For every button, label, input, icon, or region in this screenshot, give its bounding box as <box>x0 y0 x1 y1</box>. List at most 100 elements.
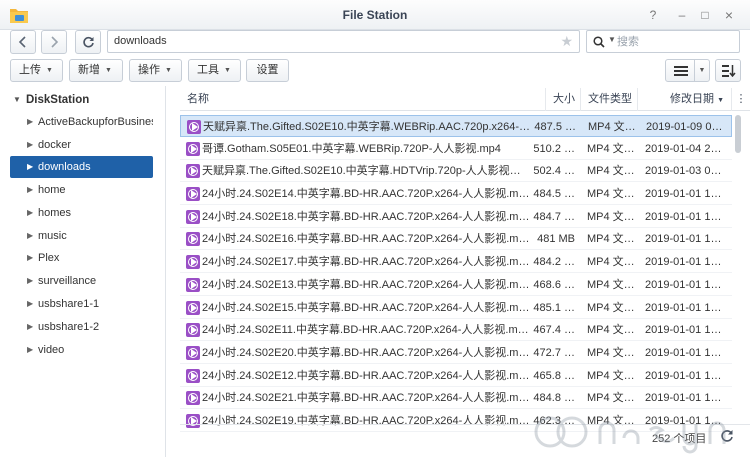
forward-button[interactable] <box>41 30 67 54</box>
create-button[interactable]: 新增 ▼ <box>69 59 123 82</box>
search-box[interactable]: ▼ <box>586 30 740 53</box>
sidebar-item-homes[interactable]: ▶ homes <box>10 202 153 224</box>
collapsed-triangle-icon[interactable]: ▶ <box>27 134 33 156</box>
file-date: 2019-01-09 0… <box>646 121 723 133</box>
file-type: MP4 文… <box>587 278 635 291</box>
column-header-size[interactable]: 大小 <box>546 88 581 111</box>
table-row[interactable]: 24小时.24.S02E17.中英字幕.BD-HR.AAC.720P.x264-… <box>180 251 732 274</box>
collapsed-triangle-icon[interactable]: ▶ <box>27 156 33 178</box>
file-type: MP4 文… <box>587 256 635 269</box>
file-type: MP4 文… <box>587 210 635 223</box>
upload-button[interactable]: 上传 ▼ <box>10 59 63 82</box>
file-name: 24小时.24.S02E13.中英字幕.BD-HR.AAC.720P.x264-… <box>202 278 530 291</box>
tree-root-diskstation[interactable]: ▼ DiskStation <box>0 90 165 110</box>
scrollbar-thumb[interactable] <box>735 115 741 153</box>
window-title: File Station <box>342 8 408 22</box>
file-type: MP4 文… <box>587 301 635 314</box>
collapsed-triangle-icon[interactable]: ▶ <box>27 202 33 224</box>
search-input[interactable] <box>617 33 735 50</box>
file-date: 2019-01-01 1… <box>645 392 722 405</box>
refresh-button[interactable] <box>75 30 101 54</box>
chevron-down-icon: ▼ <box>698 67 706 74</box>
settings-button[interactable]: 设置 <box>246 59 289 82</box>
table-row[interactable]: 24小时.24.S02E18.中英字幕.BD-HR.AAC.720P.x264-… <box>180 206 732 228</box>
table-row[interactable]: 24小时.24.S02E11.中英字幕.BD-HR.AAC.720P.x264-… <box>180 319 732 342</box>
file-name: 哥谭.Gotham.S05E01.中英字幕.WEBRip.720P-人人影视.m… <box>202 142 501 155</box>
table-row[interactable]: 哥谭.Gotham.S05E01.中英字幕.WEBRip.720P-人人影视.m… <box>180 138 732 160</box>
column-header-type[interactable]: 文件类型 <box>581 88 638 111</box>
sidebar-item-home[interactable]: ▶ home <box>10 179 153 201</box>
video-file-icon <box>186 164 200 179</box>
sidebar-item-plex[interactable]: ▶ Plex <box>10 247 153 269</box>
file-name: 天赋异禀.The.Gifted.S02E10.中英字幕.HDTVrip.720p… <box>202 165 521 178</box>
sort-icon <box>722 65 736 78</box>
collapsed-triangle-icon[interactable]: ▶ <box>27 316 33 338</box>
sidebar-item-docker[interactable]: ▶ docker <box>10 134 153 156</box>
view-options-button[interactable]: ▼ <box>694 59 710 82</box>
sort-button[interactable] <box>715 59 741 82</box>
file-size: 467.4 … <box>533 324 575 337</box>
refresh-icon[interactable] <box>720 429 734 443</box>
sort-desc-icon: ▼ <box>717 97 724 104</box>
video-file-icon <box>187 120 201 134</box>
list-view-button[interactable] <box>665 59 695 82</box>
file-type: MP4 文… <box>587 188 635 201</box>
collapsed-triangle-icon[interactable]: ▶ <box>27 270 33 292</box>
table-row[interactable]: 天赋异禀.The.Gifted.S02E10.中英字幕.HDTVrip.720p… <box>180 160 732 183</box>
file-name: 24小时.24.S02E16.中英字幕.BD-HR.AAC.720P.x264-… <box>202 233 530 246</box>
expanded-triangle-icon[interactable]: ▼ <box>13 90 21 110</box>
video-file-icon <box>186 209 200 224</box>
help-icon[interactable]: ? <box>646 8 660 22</box>
file-size: 484.8 … <box>533 392 575 405</box>
file-list-scrollbar[interactable] <box>734 113 742 425</box>
video-file-icon <box>186 187 200 202</box>
star-icon[interactable]: ★ <box>560 31 573 52</box>
file-size: 481 MB <box>537 233 575 246</box>
file-size: 484.2 … <box>533 256 575 269</box>
chevron-down-icon: ▼ <box>165 67 172 74</box>
file-name: 天赋异禀.The.Gifted.S02E10.中英字幕.WEBRip.AAC.7… <box>203 121 531 133</box>
collapsed-triangle-icon[interactable]: ▶ <box>27 225 33 247</box>
minimize-icon[interactable]: – <box>675 8 689 22</box>
video-file-icon <box>186 300 200 315</box>
action-label: 操作 <box>138 64 160 76</box>
collapsed-triangle-icon[interactable]: ▶ <box>27 293 33 315</box>
table-row[interactable]: 24小时.24.S02E13.中英字幕.BD-HR.AAC.720P.x264-… <box>180 274 732 296</box>
video-file-icon <box>186 368 200 383</box>
file-type: MP4 文… <box>587 346 635 359</box>
collapsed-triangle-icon[interactable]: ▶ <box>27 179 33 201</box>
column-header-name[interactable]: 名称 <box>180 88 546 111</box>
path-bar[interactable]: downloads ★ <box>107 30 580 53</box>
sidebar-item-music[interactable]: ▶ music <box>10 225 153 247</box>
table-row[interactable]: 24小时.24.S02E16.中英字幕.BD-HR.AAC.720P.x264-… <box>180 228 732 251</box>
search-options-caret-icon[interactable]: ▼ <box>608 35 616 44</box>
sidebar-item-surveillance[interactable]: ▶ surveillance <box>10 270 153 292</box>
table-row[interactable]: 天赋异禀.The.Gifted.S02E10.中英字幕.WEBRip.AAC.7… <box>180 115 732 137</box>
sidebar-item-usbshare1-1[interactable]: ▶ usbshare1-1 <box>10 293 153 315</box>
tools-button[interactable]: 工具 ▼ <box>188 59 241 82</box>
sidebar-item-video[interactable]: ▶ video <box>10 339 153 361</box>
column-header-date[interactable]: 修改日期 ▼ <box>638 88 732 111</box>
file-date: 2019-01-01 1… <box>645 210 722 223</box>
table-row[interactable]: 24小时.24.S02E15.中英字幕.BD-HR.AAC.720P.x264-… <box>180 297 732 319</box>
collapsed-triangle-icon[interactable]: ▶ <box>27 111 33 133</box>
file-name: 24小时.24.S02E20.中英字幕.BD-HR.AAC.720P.x264-… <box>202 346 530 359</box>
table-row[interactable]: 24小时.24.S02E14.中英字幕.BD-HR.AAC.720P.x264-… <box>180 183 732 206</box>
collapsed-triangle-icon[interactable]: ▶ <box>27 247 33 269</box>
maximize-icon[interactable]: □ <box>698 8 712 22</box>
column-options-icon[interactable]: ⋮ <box>732 88 750 111</box>
create-label: 新增 <box>78 64 100 76</box>
close-icon[interactable]: × <box>722 8 736 22</box>
table-row[interactable]: 24小时.24.S02E12.中英字幕.BD-HR.AAC.720P.x264-… <box>180 365 732 387</box>
collapsed-triangle-icon[interactable]: ▶ <box>27 339 33 361</box>
back-button[interactable] <box>10 30 36 54</box>
action-button[interactable]: 操作 ▼ <box>129 59 182 82</box>
sidebar-item-downloads[interactable]: ▶ downloads <box>10 156 153 178</box>
sidebar-item-activebackup[interactable]: ▶ ActiveBackupforBusiness <box>10 111 153 133</box>
file-size: 502.4 … <box>533 165 575 178</box>
sidebar-item-label: docker <box>38 139 72 151</box>
table-row[interactable]: 24小时.24.S02E21.中英字幕.BD-HR.AAC.720P.x264-… <box>180 387 732 410</box>
file-size: 472.7 … <box>533 346 575 359</box>
table-row[interactable]: 24小时.24.S02E20.中英字幕.BD-HR.AAC.720P.x264-… <box>180 342 732 364</box>
sidebar-item-usbshare1-2[interactable]: ▶ usbshare1-2 <box>10 316 153 338</box>
